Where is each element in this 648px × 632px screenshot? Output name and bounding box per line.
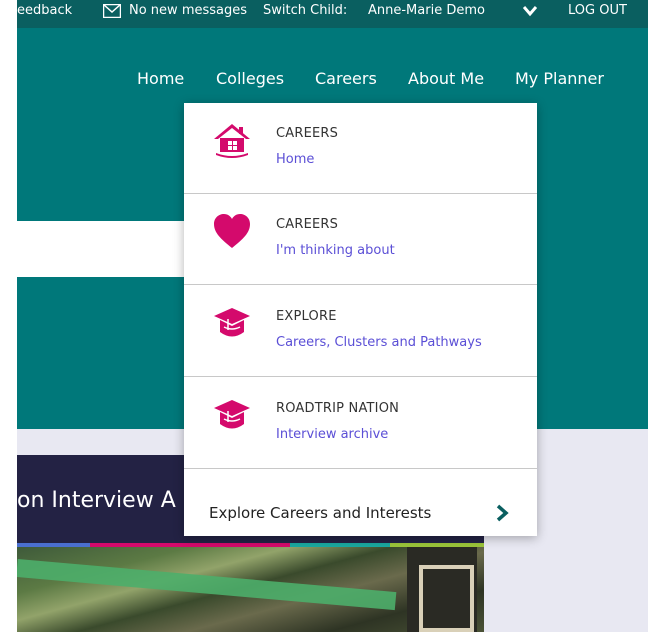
switch-child-label: Switch Child: — [263, 3, 348, 18]
nav-home[interactable]: Home — [137, 69, 184, 88]
dropdown-item-careers-home[interactable]: CAREERS Home — [184, 103, 537, 194]
dropdown-item-roadtrip-nation[interactable]: ROADTRIP NATION Interview archive — [184, 378, 537, 469]
dropdown-item-category: CAREERS — [276, 126, 339, 141]
explore-careers-interests-link[interactable] — [184, 469, 537, 536]
dropdown-item-category: ROADTRIP NATION — [276, 401, 400, 416]
chevron-right-icon — [496, 504, 509, 522]
graduation-cap-icon — [214, 400, 250, 429]
feedback-link[interactable]: eedback — [17, 3, 72, 18]
dropdown-item-label: Careers, Clusters and Pathways — [276, 335, 482, 350]
house-icon — [214, 124, 250, 158]
messages-link[interactable]: No new messages — [129, 3, 247, 18]
chevron-down-icon[interactable] — [523, 5, 537, 17]
video-card-title: on Interview A — [17, 488, 176, 513]
nav-colleges[interactable]: Colleges — [216, 69, 284, 88]
envelope-icon — [103, 4, 121, 18]
dropdown-item-label: Interview archive — [276, 427, 389, 442]
dropdown-item-thinking-about[interactable]: CAREERS I'm thinking about — [184, 194, 537, 285]
nav-careers[interactable]: Careers — [315, 69, 377, 88]
left-margin — [0, 0, 17, 632]
dropdown-item-label: Home — [276, 152, 315, 167]
explore-careers-interests-label: Explore Careers and Interests — [209, 504, 432, 522]
dropdown-item-label: I'm thinking about — [276, 243, 395, 258]
search-input[interactable] — [17, 221, 187, 277]
logout-link[interactable]: LOG OUT — [568, 3, 627, 18]
dropdown-item-category: EXPLORE — [276, 309, 337, 324]
heart-icon — [214, 214, 250, 248]
video-thumbnail[interactable] — [17, 547, 484, 632]
switch-child-select[interactable]: Anne-Marie Demo — [368, 3, 485, 18]
nav-my-planner[interactable]: My Planner — [515, 69, 604, 88]
dropdown-item-explore[interactable]: EXPLORE Careers, Clusters and Pathways — [184, 286, 537, 377]
careers-dropdown-menu: CAREERS Home CAREERS I'm thinking about … — [184, 103, 537, 536]
dropdown-item-category: CAREERS — [276, 217, 339, 232]
graduation-cap-icon — [214, 308, 250, 337]
top-utility-bar: eedback No new messages Switch Child: An… — [17, 0, 648, 28]
nav-about-me[interactable]: About Me — [408, 69, 484, 88]
